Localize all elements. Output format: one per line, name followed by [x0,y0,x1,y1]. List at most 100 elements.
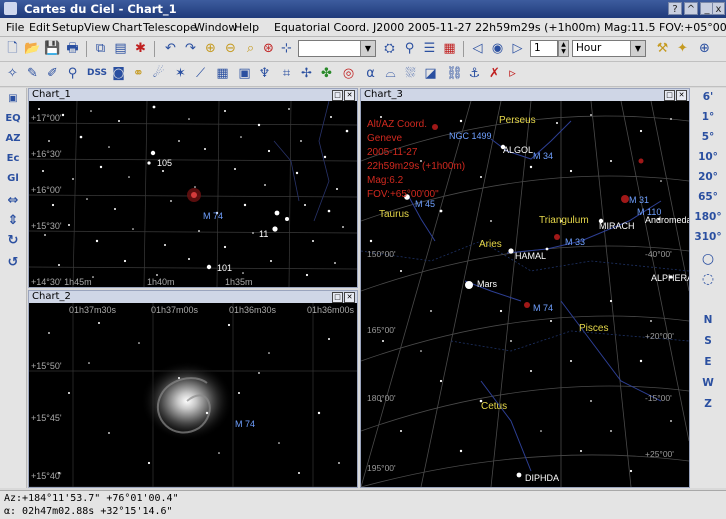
zoom-out-icon[interactable]: ⊖ [222,40,239,57]
look-zenith-button[interactable]: Z [690,398,726,410]
zoom-in-icon[interactable]: ⊕ [202,40,219,57]
rotate-ccw-icon[interactable]: ↺ [4,254,22,272]
close-icon[interactable]: ✕ [676,90,687,101]
chevron-down-icon[interactable]: ▼ [630,41,645,56]
maximize-icon[interactable]: □ [332,90,343,101]
proj-gl-button[interactable]: Gl [4,170,22,188]
target-icon[interactable]: ⊛ [260,40,277,57]
fov-180deg-button[interactable]: 180° [690,211,726,223]
menu-setup[interactable]: Setup [52,21,84,34]
constellation-lines-icon[interactable]: ♆ [256,65,273,82]
look-west-button[interactable]: W [690,377,726,389]
nebula-icon[interactable]: ✐ [44,65,61,82]
menu-help[interactable]: Help [234,21,259,34]
app-icon[interactable] [4,2,17,15]
rotate-cw-icon[interactable]: ↻ [4,232,22,250]
maximize-icon[interactable]: □ [332,292,343,303]
play-icon[interactable]: ▹ [504,65,521,82]
chart-1-canvas[interactable]: +17°00' +16°30' +16°00' +15°30' +14°30' … [29,101,357,287]
calendar-icon[interactable]: ▦ [441,40,458,57]
anchor-icon[interactable]: ⚓ [466,65,483,82]
save-icon[interactable]: 💾 [44,40,61,57]
fov-10deg-button[interactable]: 10° [690,151,726,163]
fov-20deg-button[interactable]: 20° [690,171,726,183]
menu-telescope[interactable]: Telescope [143,21,197,34]
fov-5deg-button[interactable]: 5° [690,131,726,143]
target-circle-icon[interactable]: ◎ [340,65,357,82]
center-icon[interactable]: ⊕ [696,40,713,57]
search-object-icon[interactable]: ⚲ [401,40,418,57]
chevron-down-icon[interactable]: ▼ [360,41,375,56]
open-icon[interactable]: 📂 [24,40,41,57]
menu-edit[interactable]: Edit [29,21,50,34]
eq-grid-icon[interactable]: ▦ [214,65,231,82]
horizon-icon[interactable]: ⌓ [382,65,399,82]
circle-dot-icon[interactable]: ◌ [690,271,726,287]
grid-icon[interactable]: ⊹ [278,40,295,57]
delete-icon[interactable]: ✗ [486,65,503,82]
milkyway-icon[interactable]: ⟋ [192,65,209,82]
look-south-button[interactable]: S [690,335,726,347]
dss-button[interactable]: DSS [86,65,108,82]
chart-1-window[interactable]: Chart_1 □ ✕ +17°00' +16°30' +16°00' +15°… [28,88,358,288]
zoom-box-icon[interactable]: ▣ [4,90,22,108]
new-chart-icon[interactable]: 🗋 [4,40,21,57]
timestep-unit-select[interactable]: Hour ▼ [572,40,646,57]
timestep-spin[interactable]: ▲ ▼ [558,40,569,57]
planet-icon[interactable]: ⚭ [130,65,147,82]
alt-grid-icon[interactable]: ▣ [236,65,253,82]
chart-settings-icon[interactable]: ▤ [112,40,129,57]
const-names-icon[interactable]: ✢ [298,65,315,82]
config-icon[interactable]: ✱ [132,40,149,57]
alpha-icon[interactable]: α [362,65,379,82]
proj-eq-button[interactable]: EQ [4,110,22,128]
timestep-value-field[interactable]: 1 [530,40,558,57]
flip-vertical-icon[interactable]: ⇕ [4,212,22,230]
labels-icon[interactable]: ✤ [318,65,335,82]
look-north-button[interactable]: N [690,314,726,326]
binoculars-icon[interactable]: ⛭ [381,40,398,57]
link-icon[interactable]: ⛓ [446,65,463,82]
chart-2-canvas[interactable]: 01h37m30s 01h37m00s 01h36m30s 01h36m00s … [29,303,357,487]
menu-file[interactable]: File [6,21,24,34]
night-mode-icon[interactable]: ◪ [422,65,439,82]
zoom-icon[interactable]: ⌕ [242,40,259,57]
close-window-button[interactable]: x [712,2,725,15]
star-icon[interactable]: ✧ [4,65,21,82]
step-back-icon[interactable]: ◁ [469,40,486,57]
flip-horizontal-icon[interactable]: ⇔ [4,192,22,210]
fov-1deg-button[interactable]: 1° [690,111,726,123]
circle-icon[interactable]: ○ [690,251,726,267]
pencil-icon[interactable]: ✎ [24,65,41,82]
telescope-icon[interactable]: ⚒ [654,40,671,57]
help-window-button[interactable]: ? [668,2,682,15]
shade-window-button[interactable]: ^ [684,2,698,15]
chart-3-canvas[interactable]: Alt/AZ Coord. Geneve 2005-11-27 22h59m29… [361,101,689,487]
chart-3-window[interactable]: Chart_3 □ ✕ Alt/AZ Coord. Geneve 2005-11… [360,88,690,488]
fov-310deg-button[interactable]: 310° [690,231,726,243]
menu-window[interactable]: Window [194,21,237,34]
close-icon[interactable]: ✕ [344,90,355,101]
proj-ec-button[interactable]: Ec [4,150,22,168]
menu-view[interactable]: View [84,21,110,34]
comet-icon[interactable]: ☄ [150,65,167,82]
object-search-combo[interactable]: ▼ [298,40,376,57]
camera-icon[interactable]: ◙ [110,65,127,82]
scope-control-icon[interactable]: ✦ [674,40,691,57]
redo-icon[interactable]: ↷ [182,40,199,57]
boundaries-icon[interactable]: ⌗ [278,65,295,82]
chart-2-window[interactable]: Chart_2 □ ✕ 01h37m30s 01h37m00s 01h36m30… [28,290,358,488]
pin-icon[interactable]: ⚲ [64,65,81,82]
ground-icon[interactable]: ⛆ [402,65,419,82]
maximize-icon[interactable]: □ [664,90,675,101]
fov-65deg-button[interactable]: 65° [690,191,726,203]
copy-icon[interactable]: ⧉ [92,40,109,57]
print-icon[interactable]: 🖶 [64,40,81,57]
proj-az-button[interactable]: AZ [4,130,22,148]
fov-6arcmin-button[interactable]: 6' [690,91,726,103]
list-icon[interactable]: ☰ [421,40,438,57]
look-east-button[interactable]: E [690,356,726,368]
close-icon[interactable]: ✕ [344,292,355,303]
asteroid-icon[interactable]: ✶ [172,65,189,82]
menu-chart[interactable]: Chart [112,21,142,34]
